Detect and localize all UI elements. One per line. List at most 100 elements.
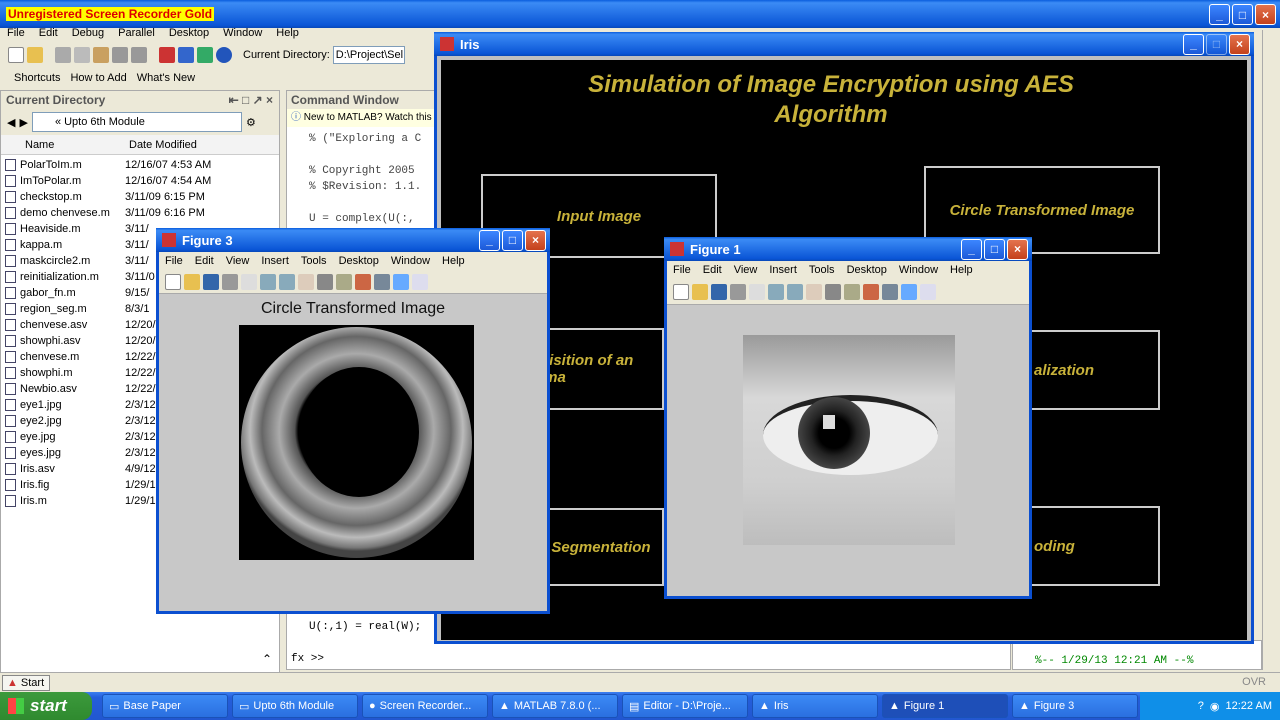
menu-edit[interactable]: Edit (697, 261, 728, 279)
menu-tools[interactable]: Tools (295, 252, 333, 270)
task-upto-6th[interactable]: ▭ Upto 6th Module (232, 694, 358, 718)
guide-icon[interactable] (178, 47, 194, 63)
minimize-button[interactable]: _ (1183, 33, 1204, 55)
new-figure-icon[interactable] (673, 283, 689, 300)
profiler-icon[interactable] (197, 47, 213, 63)
whats-new-link[interactable]: What's New (137, 72, 195, 84)
cut-icon[interactable] (55, 47, 71, 63)
maximize-button[interactable]: □ (1232, 4, 1253, 25)
maximize-button[interactable]: □ (502, 229, 523, 251)
task-matlab[interactable]: ▲ MATLAB 7.8.0 (... (492, 694, 618, 718)
menu-file[interactable]: File (667, 261, 697, 279)
open-icon[interactable] (692, 283, 708, 300)
data-cursor-icon[interactable] (844, 283, 860, 300)
print-icon[interactable] (222, 273, 238, 290)
file-row[interactable]: demo chenvese.m 3/11/09 6:16 PM (1, 205, 279, 221)
menu-view[interactable]: View (220, 252, 256, 270)
colorbar-icon[interactable] (393, 273, 409, 290)
simulink-icon[interactable] (159, 47, 175, 63)
menu-parallel[interactable]: Parallel (111, 24, 162, 42)
forward-icon[interactable]: ▶ (19, 116, 27, 129)
help-icon[interactable] (216, 47, 232, 63)
save-icon[interactable] (203, 273, 219, 290)
minimize-button[interactable]: _ (479, 229, 500, 251)
shortcuts-label[interactable]: Shortcuts (14, 72, 60, 84)
save-icon[interactable] (711, 283, 727, 300)
panel-scroll-up[interactable]: ⌃ (262, 652, 272, 666)
print-icon[interactable] (730, 283, 746, 300)
menu-help[interactable]: Help (269, 24, 306, 42)
command-prompt[interactable]: fx >> (291, 653, 324, 665)
zoom-out-icon[interactable] (279, 273, 295, 290)
menu-window[interactable]: Window (216, 24, 269, 42)
menu-edit[interactable]: Edit (189, 252, 220, 270)
col-date[interactable]: Date Modified (125, 135, 197, 154)
link-icon[interactable] (374, 273, 390, 290)
current-dir-field[interactable]: D:\Project\Sel (332, 46, 405, 64)
segmentation-button[interactable]: Segmentation (540, 508, 664, 586)
task-figure3[interactable]: ▲ Figure 3 (1012, 694, 1138, 718)
encoding-button[interactable]: oding (1030, 506, 1160, 586)
path-select[interactable]: « Upto 6th Module (31, 112, 242, 132)
brush-icon[interactable] (863, 283, 879, 300)
close-button[interactable]: × (1007, 238, 1028, 260)
help-tray-icon[interactable]: ? (1198, 700, 1204, 712)
close-button[interactable]: × (1229, 33, 1250, 55)
acquisition-button[interactable]: uisition of an ima (540, 328, 664, 410)
menu-window[interactable]: Window (893, 261, 944, 279)
history-line[interactable]: %-- 1/29/13 12:21 AM --% (1035, 655, 1193, 667)
clock[interactable]: 12:22 AM (1226, 700, 1272, 712)
menu-desktop[interactable]: Desktop (162, 24, 216, 42)
menu-file[interactable]: File (159, 252, 189, 270)
brush-icon[interactable] (355, 273, 371, 290)
new-figure-icon[interactable] (165, 273, 181, 290)
maximize-button[interactable]: □ (984, 238, 1005, 260)
task-base-paper[interactable]: ▭ Base Paper (102, 694, 228, 718)
colorbar-icon[interactable] (901, 283, 917, 300)
iris-titlebar[interactable]: Iris _ □ × (434, 32, 1254, 56)
task-iris[interactable]: ▲ Iris (752, 694, 878, 718)
menu-help[interactable]: Help (436, 252, 471, 270)
file-row[interactable]: PolarToIm.m 12/16/07 4:53 AM (1, 157, 279, 173)
zoom-in-icon[interactable] (768, 283, 784, 300)
menu-debug[interactable]: Debug (65, 24, 111, 42)
pan-icon[interactable] (298, 273, 314, 290)
close-button[interactable]: × (525, 229, 546, 251)
menu-edit[interactable]: Edit (32, 24, 65, 42)
task-screen-recorder[interactable]: ● Screen Recorder... (362, 694, 488, 718)
zoom-out-icon[interactable] (787, 283, 803, 300)
start-button[interactable]: start (0, 692, 92, 720)
paste-icon[interactable] (93, 47, 109, 63)
file-row[interactable]: ImToPolar.m 12/16/07 4:54 AM (1, 173, 279, 189)
normalization-button[interactable]: alization (1030, 330, 1160, 410)
minimize-button[interactable]: _ (961, 238, 982, 260)
copy-icon[interactable] (74, 47, 90, 63)
col-name[interactable]: Name (1, 135, 125, 154)
redo-icon[interactable] (131, 47, 147, 63)
menu-view[interactable]: View (728, 261, 764, 279)
menu-tools[interactable]: Tools (803, 261, 841, 279)
menu-help[interactable]: Help (944, 261, 979, 279)
zoom-in-icon[interactable] (260, 273, 276, 290)
pointer-icon[interactable] (241, 273, 257, 290)
settings-gear-icon[interactable]: ⚙ (246, 116, 256, 129)
menu-desktop[interactable]: Desktop (841, 261, 893, 279)
open-icon[interactable] (184, 273, 200, 290)
rotate-icon[interactable] (317, 273, 333, 290)
file-row[interactable]: checkstop.m 3/11/09 6:15 PM (1, 189, 279, 205)
figure3-titlebar[interactable]: Figure 3 _ □ × (156, 228, 550, 252)
panel-close-icon[interactable]: ⇤ □ ↗ × (229, 93, 279, 107)
legend-icon[interactable] (412, 273, 428, 290)
minimize-button[interactable]: _ (1209, 4, 1230, 25)
tip-text[interactable]: New to MATLAB? Watch this (304, 112, 432, 123)
open-folder-icon[interactable] (27, 47, 43, 63)
menu-file[interactable]: File (0, 24, 32, 42)
menu-insert[interactable]: Insert (763, 261, 803, 279)
figure1-titlebar[interactable]: Figure 1 _ □ × (664, 237, 1032, 261)
back-icon[interactable]: ◀ (7, 116, 15, 129)
menu-window[interactable]: Window (385, 252, 436, 270)
pan-icon[interactable] (806, 283, 822, 300)
menu-desktop[interactable]: Desktop (333, 252, 385, 270)
close-button[interactable]: × (1255, 4, 1276, 25)
menu-insert[interactable]: Insert (255, 252, 295, 270)
